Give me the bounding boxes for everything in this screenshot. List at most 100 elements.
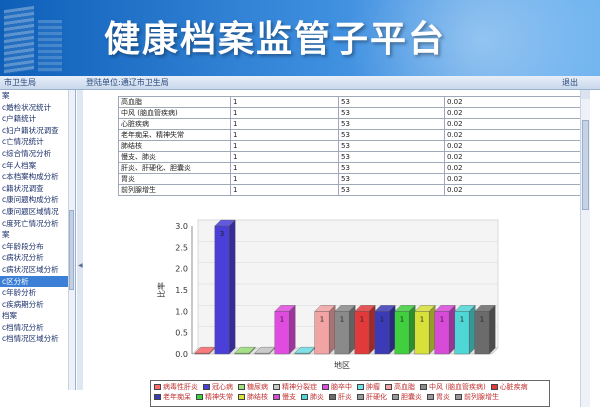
sidebar-item[interactable]: c康问题区域情况 (0, 206, 75, 218)
y-tick-label: 0.0 (175, 350, 188, 359)
table-cell: 1 (230, 129, 339, 141)
org-name: 市卫生局 (4, 78, 36, 87)
sidebar-item[interactable]: c康问题构成分析 (0, 194, 75, 206)
bar-data-label: 1 (280, 315, 284, 323)
legend-label: 老年痴呆 (163, 393, 191, 401)
table-cell: 肝炎、肝硬化、胆囊炎 (118, 162, 231, 174)
table-cell: 1 (230, 151, 339, 163)
legend-label: 脑卒中 (331, 383, 352, 391)
table-row: 高血脂 1 53 0.02 (118, 96, 588, 108)
y-tick-label: 2.5 (175, 243, 188, 252)
table-cell: 0.02 (444, 129, 588, 141)
legend-label: 肺结核 (247, 393, 268, 401)
table-cell: 慢支、肺炎 (118, 151, 231, 163)
sidebar-item[interactable]: 案 (0, 229, 75, 241)
stats-table: 高血脂 1 53 0.02 中风 (脑血管疾病) 1 53 0.02 心脏疾病 1 53 0.02 老年… (118, 96, 588, 196)
chart-bar (214, 219, 236, 355)
sidebar-item[interactable]: c籍状况调查 (0, 183, 75, 195)
sidebar-item[interactable]: 档案 (0, 310, 75, 322)
legend-swatch (392, 394, 399, 400)
sidebar-item[interactable]: c病状况分析 (0, 252, 75, 264)
table-cell: 53 (338, 184, 445, 196)
sidebar-item[interactable]: c年人档案 (0, 160, 75, 172)
sidebar-item[interactable]: c档情况分析 (0, 322, 75, 334)
scroll-up-icon[interactable] (581, 90, 590, 99)
legend-item: 肺炎 (301, 392, 324, 402)
sidebar-item[interactable]: c亡情况统计 (0, 136, 75, 148)
chart-bar (334, 304, 356, 355)
bar-data-label: 3 (220, 230, 224, 238)
legend-item: 病毒性肝炎 (154, 382, 198, 392)
sidebar-item[interactable]: c度死亡情况分析 (0, 218, 75, 230)
chart-bar (394, 304, 416, 355)
table-cell: 53 (338, 118, 445, 130)
sidebar-scroll-thumb[interactable] (69, 210, 74, 290)
legend-label: 高血脂 (394, 383, 415, 391)
chart-bar (314, 304, 336, 355)
legend-swatch (322, 384, 329, 390)
legend-item: 前列腺增生 (455, 392, 499, 402)
chart-bar (374, 304, 396, 355)
y-axis-label: 比率 (156, 282, 166, 298)
y-tick-label: 1.0 (175, 307, 188, 316)
collapse-arrow-icon[interactable]: ◀ (78, 262, 83, 269)
sidebar-item[interactable]: c户籍统计 (0, 113, 75, 125)
y-tick-label: 2.0 (175, 265, 188, 274)
sidebar-item[interactable]: c档情况区域分析 (0, 333, 75, 345)
table-cell: 53 (338, 107, 445, 119)
sidebar-scrollbar[interactable] (68, 90, 75, 390)
bar-data-label: 1 (340, 315, 344, 323)
sidebar-item[interactable]: c婚检状况统计 (0, 102, 75, 114)
table-cell: 0.02 (444, 107, 588, 119)
sidebar-item[interactable]: c疾病期分析 (0, 299, 75, 311)
table-cell: 53 (338, 173, 445, 185)
sidebar-item[interactable]: c本档案构成分析 (0, 171, 75, 183)
table-cell: 53 (338, 162, 445, 174)
legend-swatch (154, 384, 161, 390)
table-row: 慢支、肺炎 1 53 0.02 (118, 151, 588, 163)
table-row: 肝炎、肝硬化、胆囊炎 1 53 0.02 (118, 162, 588, 174)
legend-item: 心脏疾病 (490, 382, 528, 392)
main-scroll-thumb[interactable] (582, 120, 589, 210)
sidebar-splitter[interactable]: ◀ (77, 90, 83, 390)
table-cell: 53 (338, 129, 445, 141)
sidebar-item[interactable]: 案 (0, 90, 75, 102)
table-row: 老年痴呆、精神失常 1 53 0.02 (118, 129, 588, 141)
building-graphic (4, 5, 34, 75)
sidebar-item[interactable]: c病状况区域分析 (0, 264, 75, 276)
legend-label: 肝硬化 (366, 393, 387, 401)
table-row: 前列腺增生 1 53 0.02 (118, 184, 588, 196)
sidebar-item[interactable]: c年龄分析 (0, 287, 75, 299)
sidebar-item[interactable]: c区分析 (0, 275, 75, 288)
table-cell: 1 (230, 96, 339, 108)
table-cell: 1 (230, 118, 339, 130)
logout-link[interactable]: 退出 (562, 76, 578, 90)
table-cell: 0.02 (444, 173, 588, 185)
status-bar: 市卫生局 登陆单位:通辽市卫生局 退出 (0, 76, 600, 90)
legend-swatch (427, 394, 434, 400)
chart-bar (434, 304, 456, 355)
legend-swatch (196, 394, 203, 400)
table-cell: 0.02 (444, 162, 588, 174)
legend-label: 肝炎 (338, 393, 352, 401)
sidebar-item[interactable]: c年龄段分布 (0, 241, 75, 253)
sidebar-item[interactable]: c综合情况分析 (0, 148, 75, 160)
table-cell: 胃炎 (118, 173, 231, 185)
legend-swatch (301, 394, 308, 400)
chart-bar (474, 304, 496, 355)
building-graphic-2 (38, 20, 62, 72)
main-scrollbar[interactable] (580, 90, 590, 407)
table-cell: 老年痴呆、精神失常 (118, 129, 231, 141)
table-cell: 1 (230, 184, 339, 196)
legend-swatch (455, 394, 462, 400)
header-banner: 健康档案监管子平台 (0, 0, 600, 76)
legend-item: 中风 (脑血管疾病) (420, 382, 486, 392)
legend-label: 前列腺增生 (464, 393, 499, 401)
legend-swatch (357, 394, 364, 400)
legend-label: 慢支 (282, 393, 296, 401)
sidebar-item[interactable]: c妇户籍状况调查 (0, 125, 75, 137)
x-axis-label: 地区 (334, 360, 350, 370)
main-content: 高血脂 1 53 0.02 中风 (脑血管疾病) 1 53 0.02 心脏疾病 1 53 0.02 老年… (84, 90, 590, 407)
chart-bar (454, 304, 476, 355)
bar-data-label: 1 (420, 315, 424, 323)
